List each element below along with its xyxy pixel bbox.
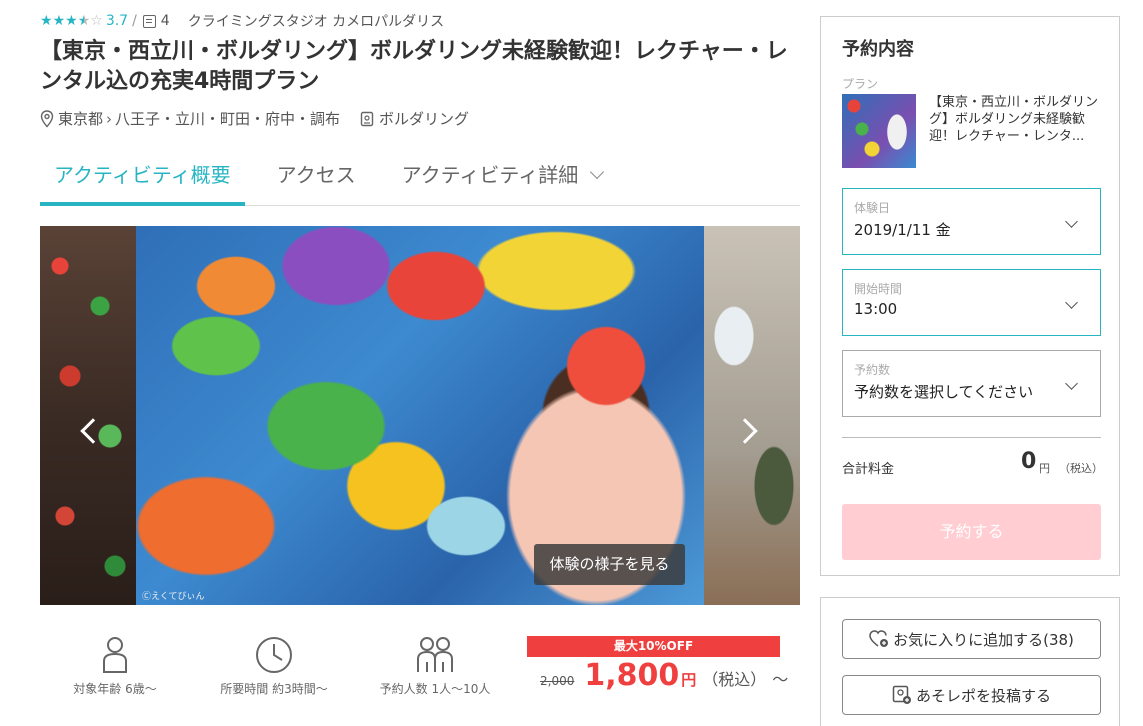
- chevron-down-icon: [590, 164, 605, 180]
- location-row: 東京都 › 八王子・立川・町田・府中・調布 ボルダリング: [40, 108, 469, 129]
- location-area-link[interactable]: 八王子・立川・町田・府中・調布: [115, 108, 340, 129]
- prev-photo-image: [40, 226, 136, 605]
- divider: [842, 437, 1101, 438]
- price-currency: 円: [681, 671, 697, 689]
- tab-details-label: アクティビティ詳細: [401, 163, 579, 187]
- view-experience-button[interactable]: 体験の様子を見る: [534, 544, 685, 585]
- time-value: 13:00: [854, 300, 898, 318]
- post-report-label: あそレポを投稿する: [915, 686, 1051, 705]
- price-tax: （税込）: [702, 670, 767, 689]
- star-icon: ★: [52, 13, 66, 29]
- plan-name: 【東京・西立川・ボルダリング】ボルダリング未経験歓迎！レクチャー・レンタ...: [929, 95, 1099, 144]
- tab-overview[interactable]: アクティビティ概要: [40, 156, 245, 206]
- people-icon: [417, 637, 453, 672]
- half-star-icon: ★: [77, 13, 91, 29]
- star-outline-icon: ☆: [90, 13, 103, 29]
- plan-thumbnail-image: [842, 94, 916, 168]
- review-icon: [142, 14, 156, 28]
- age-info: 対象年齢 6歳〜: [40, 636, 190, 697]
- discount-badge: 最大10%OFF: [527, 636, 780, 657]
- tab-details[interactable]: アクティビティ詳細: [388, 156, 617, 204]
- add-favorite-label: お気に入りに追加する(38): [893, 630, 1074, 649]
- age-info-label: 対象年齢 6歳〜: [73, 682, 157, 696]
- price-tilde: 〜: [772, 670, 789, 689]
- heart-plus-icon: [869, 630, 889, 647]
- time-select[interactable]: 開始時間 13:00: [842, 269, 1101, 336]
- location-pref-link[interactable]: 東京都: [58, 108, 103, 129]
- star-icon: ★: [65, 13, 78, 29]
- date-label: 体験日: [854, 201, 891, 215]
- time-label: 開始時間: [854, 282, 903, 296]
- book-button[interactable]: 予約する: [842, 504, 1101, 560]
- duration-info: 所要時間 約3時間〜: [199, 636, 349, 697]
- photo-credit: Ⓒえくてびぃん: [142, 592, 205, 602]
- category-icon: [360, 111, 374, 126]
- booking-panel: 予約内容 プラン 【東京・西立川・ボルダリング】ボルダリング未経験歓迎！レクチャ…: [820, 16, 1120, 576]
- duration-info-label: 所要時間 約3時間〜: [220, 682, 328, 696]
- date-select[interactable]: 体験日 2019/1/11 金: [842, 188, 1101, 255]
- plan-label: プラン: [842, 77, 879, 91]
- rating-stars: ★ ★ ★ ★ ☆: [40, 14, 103, 28]
- people-info-label: 予約人数 1人〜10人: [379, 682, 491, 696]
- total-tax: （税込）: [1059, 462, 1103, 475]
- rating-value: 3.7: [105, 13, 129, 29]
- shop-name-link[interactable]: クライミングスタジオ カメロパルダリス: [188, 11, 444, 31]
- count-value: 予約数を選択してください: [854, 383, 1034, 401]
- post-report-button[interactable]: あそレポを投稿する: [842, 675, 1101, 715]
- next-photo-image: [704, 226, 800, 605]
- meta-row: ★ ★ ★ ★ ☆ 3.7 / 4 クライミングスタジオ カメロパルダリス: [40, 10, 444, 32]
- tab-bar: アクティビティ概要 アクセス アクティビティ詳細: [40, 156, 800, 206]
- page-title: 【東京・西立川・ボルダリング】ボルダリング未経験歓迎！レクチャー・レンタル込の充…: [40, 39, 788, 94]
- star-icon: ★: [40, 13, 53, 29]
- people-info: 予約人数 1人〜10人: [360, 636, 510, 697]
- clock-icon: [256, 637, 292, 673]
- count-select[interactable]: 予約数 予約数を選択してください: [842, 350, 1101, 417]
- actions-panel: お気に入りに追加する(38) あそレポを投稿する: [820, 597, 1120, 726]
- total-label: 合計料金: [842, 462, 895, 477]
- current-price: 1,800: [584, 658, 680, 693]
- post-report-icon: [892, 685, 911, 704]
- location-pin-icon: [40, 109, 54, 128]
- photo-gallery: Ⓒえくてびぃん 体験の様子を見る: [40, 226, 800, 605]
- add-favorite-button[interactable]: お気に入りに追加する(38): [842, 619, 1101, 659]
- category-link[interactable]: ボルダリング: [379, 108, 469, 129]
- tab-access[interactable]: アクセス: [263, 156, 370, 204]
- price-row: 2,000 1,800 円 （税込） 〜: [540, 658, 788, 698]
- date-value: 2019/1/11 金: [854, 221, 951, 239]
- chevron-right-icon: ›: [106, 109, 113, 128]
- original-price: 2,000: [540, 674, 575, 688]
- review-count[interactable]: 4: [161, 13, 170, 29]
- count-label: 予約数: [854, 363, 891, 377]
- total-currency: 円: [1039, 462, 1050, 475]
- separator: /: [132, 13, 137, 29]
- booking-title: 予約内容: [842, 39, 914, 60]
- total-amount: 0: [1021, 449, 1037, 474]
- person-icon: [103, 637, 127, 673]
